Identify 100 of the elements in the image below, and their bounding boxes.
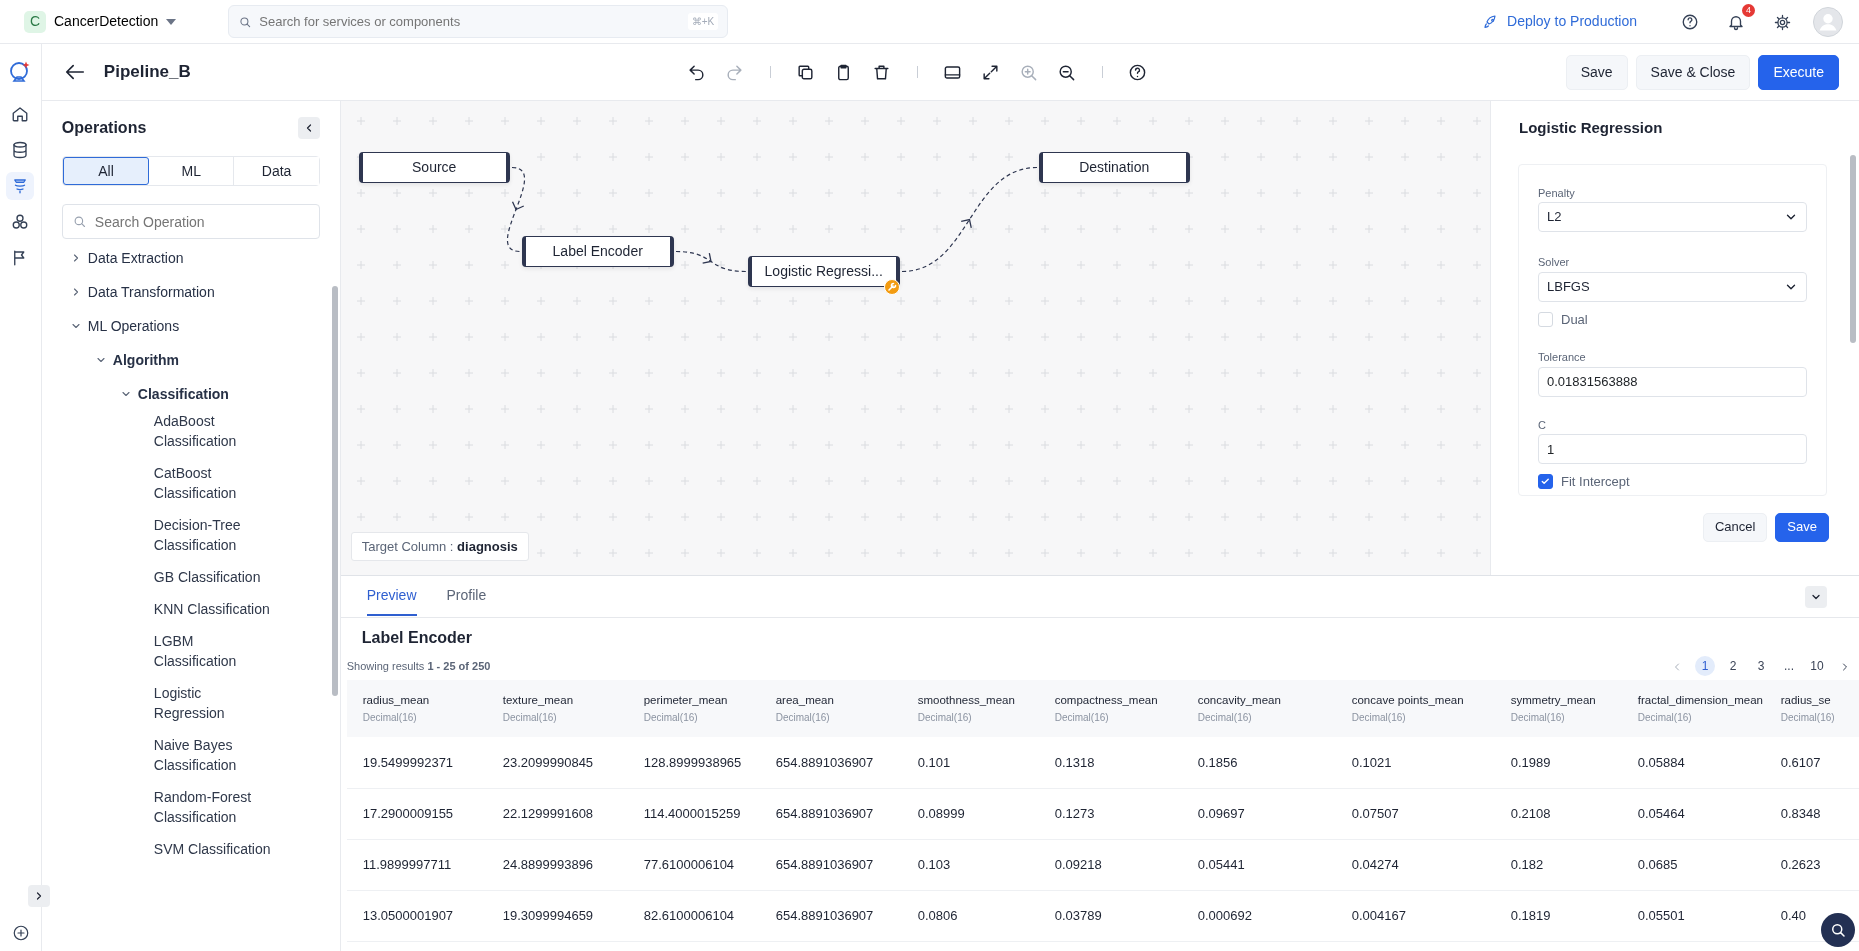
field-label: Solver <box>1538 255 1571 270</box>
table-cell: 0.40 <box>1780 907 1807 923</box>
operation-item[interactable]: Logistic Regression <box>153 683 272 723</box>
field-label: Penalty <box>1538 185 1576 201</box>
execute-button[interactable]: Execute <box>1758 54 1839 90</box>
zoom-out-icon <box>1057 62 1077 82</box>
select-field[interactable]: LBFGS <box>1538 271 1807 302</box>
page-button[interactable]: ... <box>1779 656 1799 676</box>
table-cell: 0.03789 <box>1054 907 1102 923</box>
assistant-button[interactable] <box>1821 913 1855 947</box>
pipeline-node[interactable]: Label Encoder <box>521 236 674 267</box>
pipeline-node[interactable]: Source <box>358 152 510 183</box>
operation-item[interactable]: AdaBoost Classification <box>153 411 272 451</box>
operation-item[interactable]: Naive Bayes Classification <box>153 735 272 775</box>
operation-item[interactable]: SVM Classification <box>153 839 272 859</box>
caret-icon <box>166 18 177 25</box>
table-cell: 114.4000015259 <box>643 805 741 821</box>
page-button[interactable]: 10 <box>1807 656 1827 676</box>
pipeline-node[interactable]: Logistic Regressi... <box>747 256 900 287</box>
notification-badge: 4 <box>1742 3 1755 17</box>
project-switcher[interactable]: C CancerDetection <box>24 10 177 33</box>
section-title: Label Encoder <box>360 628 473 648</box>
table-cell: 23.2099990845 <box>502 754 594 770</box>
copy-icon <box>796 62 816 82</box>
table-cell: 24.8899993896 <box>502 856 594 872</box>
page-button[interactable]: 2 <box>1723 656 1743 676</box>
filter-tab[interactable]: All <box>62 157 150 185</box>
plus-icon <box>12 923 30 942</box>
settings-icon <box>1773 13 1791 31</box>
tab[interactable]: Profile <box>446 577 487 616</box>
table-cell: 19.5499992371 <box>362 754 454 770</box>
table-cell: 0.6107 <box>1780 754 1821 770</box>
select-value: L2 <box>1547 208 1562 227</box>
project-logo: C <box>24 10 46 33</box>
page-button[interactable]: 3 <box>1751 656 1771 676</box>
select-value: LBFGS <box>1547 277 1590 296</box>
column-type: Decimal(16) <box>1780 710 1836 725</box>
search-field[interactable]: Search Operation <box>61 204 320 239</box>
scrollbar-thumb[interactable] <box>331 286 338 696</box>
page-button[interactable]: 1 <box>1695 656 1715 676</box>
table-cell: 0.05501 <box>1637 907 1685 923</box>
pipeline-title: Pipeline_B <box>103 61 191 84</box>
column-type: Decimal(16) <box>1637 710 1693 725</box>
tree-item[interactable]: Data Extraction <box>87 247 184 269</box>
checkbox-label: Fit Intercept <box>1561 473 1630 491</box>
table-cell: 0.05464 <box>1637 805 1685 821</box>
table-cell: 654.8891036907 <box>775 805 874 821</box>
tree-item[interactable]: Data Transformation <box>87 281 215 303</box>
operation-item[interactable]: GB Classification <box>153 567 272 587</box>
home-icon <box>11 105 30 123</box>
collapse-button[interactable] <box>1805 585 1827 608</box>
column-header: radius_mean <box>362 693 431 709</box>
operation-item[interactable]: LGBM Classification <box>153 631 272 671</box>
tab[interactable]: Preview <box>366 577 417 616</box>
expand-sidebar-button[interactable] <box>28 885 50 907</box>
table-cell: 0.09697 <box>1197 805 1245 821</box>
save-button[interactable]: Save & Close <box>1635 54 1751 90</box>
operation-item[interactable]: KNN Classification <box>153 599 272 619</box>
table-cell: 0.000692 <box>1197 907 1252 923</box>
tree-item[interactable]: ML Operations <box>87 315 180 337</box>
table-cell: 0.0685 <box>1637 856 1678 872</box>
wrench-icon[interactable] <box>883 279 900 295</box>
operation-item[interactable]: Decision-Tree Classification <box>153 515 272 555</box>
table-cell: 0.1856 <box>1197 754 1238 770</box>
field-label: C <box>1538 417 1547 433</box>
table-cell: 19.3099994659 <box>502 907 594 923</box>
tree-item[interactable]: Classification <box>137 383 229 405</box>
table-cell: 82.6100006104 <box>643 907 735 923</box>
panel-title: Operations <box>61 118 147 138</box>
column-type: Decimal(16) <box>502 710 558 725</box>
column-type: Decimal(16) <box>1351 710 1407 725</box>
trash-icon <box>872 62 892 82</box>
table-cell: 0.05441 <box>1197 856 1245 872</box>
collapse-button[interactable] <box>297 117 320 139</box>
results-summary: Showing results 1 - 25 of 250 <box>346 658 491 674</box>
table-cell: 0.103 <box>917 856 951 872</box>
tree-item[interactable]: Algorithm <box>112 349 179 371</box>
column-type: Decimal(16) <box>775 710 831 725</box>
table-cell: 0.04274 <box>1351 856 1399 872</box>
operation-item[interactable]: Random-Forest Classification <box>153 787 272 827</box>
column-type: Decimal(16) <box>1197 710 1253 725</box>
deploy-button[interactable]: Deploy to Production <box>1477 10 1643 33</box>
input-field[interactable]: 0.01831563888 <box>1538 366 1807 397</box>
checkbox[interactable] <box>1538 474 1553 490</box>
column-header: area_mean <box>775 693 835 709</box>
cancel-button[interactable]: Cancel <box>1702 512 1768 542</box>
column-type: Decimal(16) <box>643 710 699 725</box>
table-cell: 0.08999 <box>917 805 965 821</box>
column-header: texture_mean <box>502 693 575 709</box>
operation-item[interactable]: CatBoost Classification <box>153 463 272 503</box>
save-button[interactable]: Save <box>1565 54 1628 90</box>
save-button[interactable]: Save <box>1775 512 1829 542</box>
table-cell: 13.0500001907 <box>362 907 454 923</box>
select-field[interactable]: L2 <box>1538 202 1807 232</box>
pipeline-node[interactable]: Destination <box>1038 152 1190 183</box>
scrollbar-thumb[interactable] <box>1850 155 1856 343</box>
column-header: smoothness_mean <box>917 693 1016 709</box>
input-field[interactable]: 1 <box>1538 434 1807 464</box>
column-header: symmetry_mean <box>1510 693 1597 709</box>
column-header: radius_se <box>1780 693 1832 709</box>
